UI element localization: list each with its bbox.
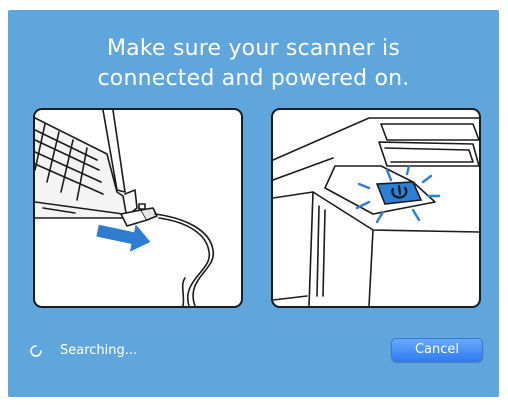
title-line-1: Make sure your scanner is (107, 36, 400, 61)
scanner-power-illustration (271, 108, 481, 308)
scanner-drawing (273, 117, 479, 306)
arrow-right-icon (96, 224, 151, 252)
laptop-usb-illustration (33, 108, 243, 308)
spinner-icon (30, 345, 42, 357)
power-icon (375, 181, 423, 205)
laptop-usb-drawing (35, 110, 214, 306)
dialog-title: Make sure your scanner is connected and … (8, 34, 499, 94)
title-line-2: connected and powered on. (97, 66, 410, 91)
cancel-button[interactable]: Cancel (391, 338, 483, 362)
scanner-connect-dialog: Make sure your scanner is connected and … (8, 10, 499, 397)
searching-status: Searching... (60, 343, 138, 358)
